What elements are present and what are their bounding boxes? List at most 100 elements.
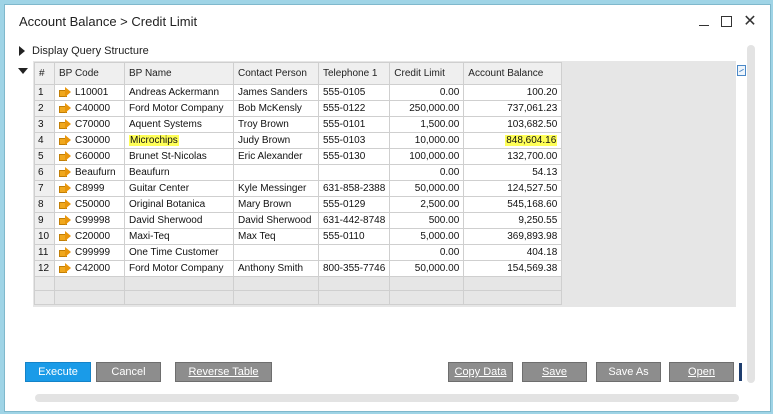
table-row[interactable]: 12 C42000 Ford Motor Company Anthony Smith 8… [34, 260, 563, 277]
row-number[interactable]: 3 [34, 116, 55, 133]
cancel-button[interactable]: Cancel [96, 362, 161, 382]
bp-code-cell[interactable]: C8999 [54, 180, 125, 197]
bp-name-cell[interactable]: One Time Customer [124, 244, 234, 261]
bp-name-cell[interactable]: David Sherwood [124, 212, 234, 229]
row-number[interactable]: 2 [34, 100, 55, 117]
link-arrow-icon[interactable] [59, 215, 71, 225]
credit-limit-cell[interactable]: 2,500.00 [389, 196, 465, 213]
save-button[interactable]: Save [522, 362, 587, 382]
account-balance-cell[interactable]: 848,604.16 [463, 132, 563, 149]
account-balance-cell[interactable]: 54.13 [463, 164, 563, 181]
row-number[interactable]: 5 [34, 148, 55, 165]
reverse-table-button[interactable]: Reverse Table [175, 362, 272, 382]
copy-data-button[interactable]: Copy Data [448, 362, 513, 382]
account-balance-cell[interactable]: 124,527.50 [463, 180, 563, 197]
bp-code-cell[interactable]: Beaufurn [54, 164, 125, 181]
column-header-bp-name[interactable]: BP Name [124, 62, 234, 85]
next-button-edge[interactable] [739, 363, 742, 381]
telephone-cell[interactable]: 555-0110 [317, 228, 391, 245]
link-arrow-icon[interactable] [59, 199, 71, 209]
open-button[interactable]: Open [669, 362, 734, 382]
contact-person-cell[interactable]: Kyle Messinger [233, 180, 319, 197]
credit-limit-cell[interactable]: 250,000.00 [389, 100, 465, 117]
contact-person-cell[interactable]: Judy Brown [233, 132, 319, 149]
column-header-bp-code[interactable]: BP Code [54, 62, 125, 85]
bp-code-cell[interactable]: C30000 [54, 132, 125, 149]
credit-limit-cell[interactable]: 500.00 [389, 212, 465, 229]
contact-person-cell[interactable]: James Sanders [233, 84, 319, 101]
bp-name-cell[interactable]: Brunet St-Nicolas [124, 148, 234, 165]
account-balance-cell[interactable]: 154,569.38 [463, 260, 563, 277]
credit-limit-cell[interactable]: 1,500.00 [389, 116, 465, 133]
row-number[interactable]: 6 [34, 164, 55, 181]
vertical-scrollbar[interactable] [747, 45, 755, 383]
row-number[interactable]: 9 [34, 212, 55, 229]
link-arrow-icon[interactable] [59, 167, 71, 177]
credit-limit-cell[interactable]: 0.00 [389, 84, 465, 101]
contact-person-cell[interactable]: Bob McKensly [233, 100, 319, 117]
column-header-rownum[interactable]: # [34, 62, 55, 85]
bp-name-cell[interactable]: Andreas Ackermann [124, 84, 234, 101]
bp-code-cell[interactable]: C99999 [54, 244, 125, 261]
telephone-cell[interactable]: 555-0129 [317, 196, 391, 213]
bp-name-cell[interactable]: Aquent Systems [124, 116, 234, 133]
bp-name-cell[interactable]: Microchips [124, 132, 234, 149]
bp-name-cell[interactable]: Ford Motor Company [124, 100, 234, 117]
expand-triangle-icon[interactable] [19, 46, 25, 56]
telephone-cell[interactable]: 555-0105 [317, 84, 391, 101]
display-query-structure-toggle[interactable]: Display Query Structure [19, 43, 149, 59]
collapse-triangle-icon[interactable] [18, 68, 28, 74]
bp-name-cell[interactable]: Guitar Center [124, 180, 234, 197]
telephone-cell[interactable] [317, 244, 391, 261]
account-balance-cell[interactable]: 737,061.23 [463, 100, 563, 117]
credit-limit-cell[interactable]: 0.00 [389, 244, 465, 261]
telephone-cell[interactable]: 631-858-2388 [317, 180, 391, 197]
telephone-cell[interactable]: 555-0130 [317, 148, 391, 165]
column-header-telephone[interactable]: Telephone 1 [317, 62, 391, 85]
row-number[interactable]: 11 [34, 244, 55, 261]
table-row[interactable]: 8 C50000 Original Botanica Mary Brown 555-01… [34, 196, 563, 213]
telephone-cell[interactable]: 555-0122 [317, 100, 391, 117]
table-row[interactable]: 10 C20000 Maxi-Teq Max Teq 555-0110 5,000.00 3… [34, 228, 563, 245]
link-arrow-icon[interactable] [59, 151, 71, 161]
table-row[interactable]: 11 C99999 One Time Customer 0.00 404.18 [34, 244, 563, 261]
column-header-account-balance[interactable]: Account Balance [463, 62, 563, 85]
bp-name-cell[interactable]: Maxi-Teq [124, 228, 234, 245]
table-row[interactable]: 3 C70000 Aquent Systems Troy Brown 555-0101 1… [34, 116, 563, 133]
table-row[interactable]: 1 L10001 Andreas Ackermann James Sanders 555… [34, 84, 563, 101]
account-balance-cell[interactable]: 404.18 [463, 244, 563, 261]
link-arrow-icon[interactable] [59, 103, 71, 113]
contact-person-cell[interactable]: Eric Alexander [233, 148, 319, 165]
contact-person-cell[interactable]: Anthony Smith [233, 260, 319, 277]
table-row[interactable]: 4 C30000 Microchips Judy Brown 555-0103 10,00… [34, 132, 563, 149]
telephone-cell[interactable]: 631-442-8748 [317, 212, 391, 229]
link-arrow-icon[interactable] [59, 119, 71, 129]
bp-code-cell[interactable]: C40000 [54, 100, 125, 117]
bp-name-cell[interactable]: Original Botanica [124, 196, 234, 213]
contact-person-cell[interactable]: David Sherwood [233, 212, 319, 229]
telephone-cell[interactable]: 555-0101 [317, 116, 391, 133]
contact-person-cell[interactable]: Troy Brown [233, 116, 319, 133]
bp-code-cell[interactable]: L10001 [54, 84, 125, 101]
link-arrow-icon[interactable] [59, 247, 71, 257]
row-number[interactable]: 1 [34, 84, 55, 101]
table-row[interactable]: 5 C60000 Brunet St-Nicolas Eric Alexander 55… [34, 148, 563, 165]
save-as-button[interactable]: Save As [596, 362, 661, 382]
column-header-credit-limit[interactable]: Credit Limit [389, 62, 465, 85]
credit-limit-cell[interactable]: 100,000.00 [389, 148, 465, 165]
credit-limit-cell[interactable]: 10,000.00 [389, 132, 465, 149]
credit-limit-cell[interactable]: 50,000.00 [389, 260, 465, 277]
close-icon[interactable]: ✕ [739, 11, 761, 31]
bp-code-cell[interactable]: C60000 [54, 148, 125, 165]
row-number[interactable]: 12 [34, 260, 55, 277]
account-balance-cell[interactable]: 545,168.60 [463, 196, 563, 213]
bp-code-cell[interactable]: C20000 [54, 228, 125, 245]
account-balance-cell[interactable]: 9,250.55 [463, 212, 563, 229]
credit-limit-cell[interactable]: 50,000.00 [389, 180, 465, 197]
bp-code-cell[interactable]: C99998 [54, 212, 125, 229]
account-balance-cell[interactable]: 132,700.00 [463, 148, 563, 165]
contact-person-cell[interactable]: Mary Brown [233, 196, 319, 213]
contact-person-cell[interactable]: Max Teq [233, 228, 319, 245]
credit-limit-cell[interactable]: 0.00 [389, 164, 465, 181]
bp-code-cell[interactable]: C70000 [54, 116, 125, 133]
